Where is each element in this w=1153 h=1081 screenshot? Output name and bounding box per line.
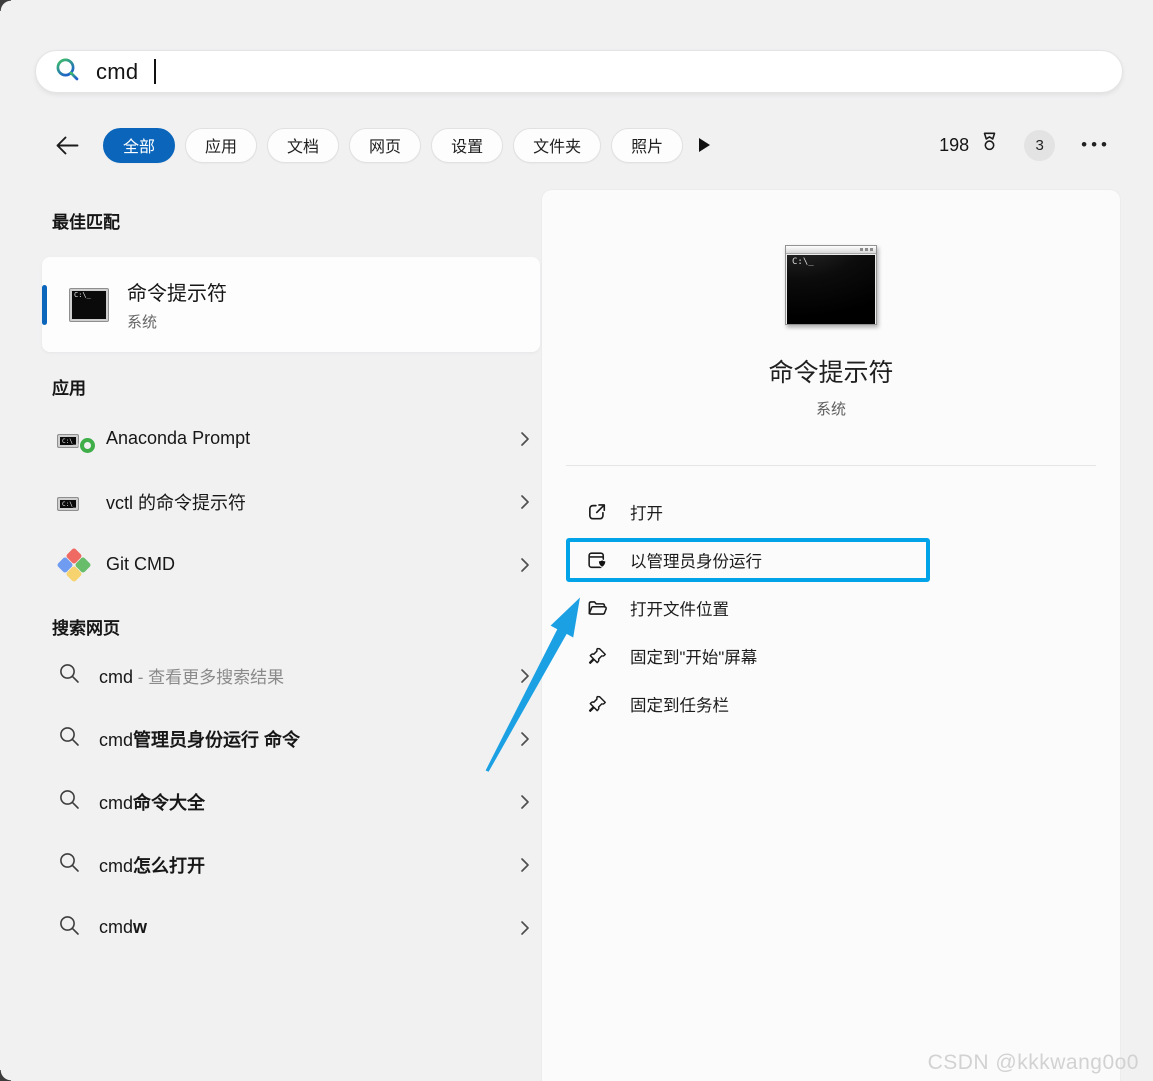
window-corner [0,0,11,11]
git-cmd-icon [58,549,90,581]
play-icon [699,138,710,152]
tab-apps[interactable]: 应用 [185,128,257,163]
action-pin-to-start[interactable]: 固定到"开始"屏幕 [566,634,930,678]
command-prompt-icon: C:\_ [58,493,90,511]
notification-badge[interactable]: 3 [1024,130,1055,161]
filter-tabs: 全部 应用 文档 网页 设置 文件夹 照片 [103,128,683,163]
detail-title: 命令提示符 [542,353,1120,389]
list-item-git-cmd[interactable]: Git CMD [42,533,540,596]
apps-list: C:\_ Anaconda Prompt C:\_ vctl 的命令提示符 Gi… [42,407,540,596]
watermark: CSDN @kkkwang0o0 [928,1051,1139,1075]
open-folder-icon [585,597,609,620]
search-query-text: cmd [96,59,138,85]
pin-icon [585,645,609,668]
more-options-button[interactable]: ••• [1081,135,1111,155]
pin-icon [585,693,609,716]
list-item-vctl-command-prompt[interactable]: C:\_ vctl 的命令提示符 [42,470,540,533]
ellipsis-icon: ••• [1081,135,1111,154]
text-caret [154,59,156,84]
action-list: 打开 以管理员身份运行 打开文件位置 固定到"开始"屏幕 固定到任务栏 [566,490,930,726]
search-icon [54,56,81,88]
search-icon [58,914,81,942]
web-search-header: 搜索网页 [52,614,540,639]
best-match-item[interactable]: C:\_ 命令提示符 系统 [42,257,540,352]
rewards-points: 198 [939,135,969,156]
back-button[interactable] [54,134,81,157]
tab-settings[interactable]: 设置 [431,128,503,163]
selection-accent-bar [42,285,47,325]
tab-all[interactable]: 全部 [103,128,175,163]
web-search-list: cmd - 查看更多搜索结果 cmd管理员身份运行 命令 cmd命令大全 [42,644,540,959]
best-match-subtitle: 系统 [127,311,227,332]
tab-web[interactable]: 网页 [349,128,421,163]
chevron-right-icon[interactable] [520,731,530,747]
results-panel: 最佳匹配 C:\_ 命令提示符 系统 应用 C:\_ Anaconda Prom… [42,190,540,959]
command-prompt-icon-large: C:\_ [785,245,877,325]
divider [566,465,1096,466]
open-icon [585,501,609,523]
chevron-right-icon[interactable] [520,920,530,936]
action-run-as-admin[interactable]: 以管理员身份运行 [566,538,930,582]
anaconda-prompt-icon: C:\_ [58,430,90,448]
action-open[interactable]: 打开 [566,490,930,534]
run-as-admin-icon [585,549,609,572]
command-prompt-icon: C:\_ [70,289,108,321]
chevron-right-icon[interactable] [520,794,530,810]
search-icon [58,725,81,753]
web-search-suggestion[interactable]: cmd命令大全 [42,770,540,833]
best-match-title: 命令提示符 [127,277,227,306]
best-match-header: 最佳匹配 [52,208,540,233]
chevron-right-icon[interactable] [520,494,530,510]
action-open-file-location[interactable]: 打开文件位置 [566,586,930,630]
back-arrow-icon [54,134,81,157]
detail-subtitle: 系统 [542,398,1120,419]
chevron-right-icon[interactable] [520,857,530,873]
chevron-right-icon[interactable] [520,668,530,684]
search-icon [58,851,81,879]
apps-header: 应用 [52,374,540,399]
web-search-suggestion[interactable]: cmd - 查看更多搜索结果 [42,644,540,707]
web-search-suggestion[interactable]: cmd怎么打开 [42,833,540,896]
chevron-right-icon[interactable] [520,431,530,447]
rewards-medal-icon [977,130,1002,160]
web-search-suggestion[interactable]: cmd管理员身份运行 命令 [42,707,540,770]
filter-toolbar: 全部 应用 文档 网页 设置 文件夹 照片 198 3 ••• [0,122,1153,168]
chevron-right-icon[interactable] [520,557,530,573]
list-item-anaconda-prompt[interactable]: C:\_ Anaconda Prompt [42,407,540,470]
action-pin-to-taskbar[interactable]: 固定到任务栏 [566,682,930,726]
rewards-indicator[interactable]: 198 [939,130,1002,160]
tab-documents[interactable]: 文档 [267,128,339,163]
tab-folders[interactable]: 文件夹 [513,128,601,163]
search-icon [58,662,81,690]
more-tabs-button[interactable] [699,138,710,152]
web-search-suggestion[interactable]: cmdw [42,896,540,959]
window-corner [0,1070,11,1081]
tab-photos[interactable]: 照片 [611,128,683,163]
search-input[interactable]: cmd [35,50,1123,93]
detail-panel: C:\_ 命令提示符 系统 打开 以管理员身份运行 打开文件位置 [542,190,1120,1081]
search-icon [58,788,81,816]
